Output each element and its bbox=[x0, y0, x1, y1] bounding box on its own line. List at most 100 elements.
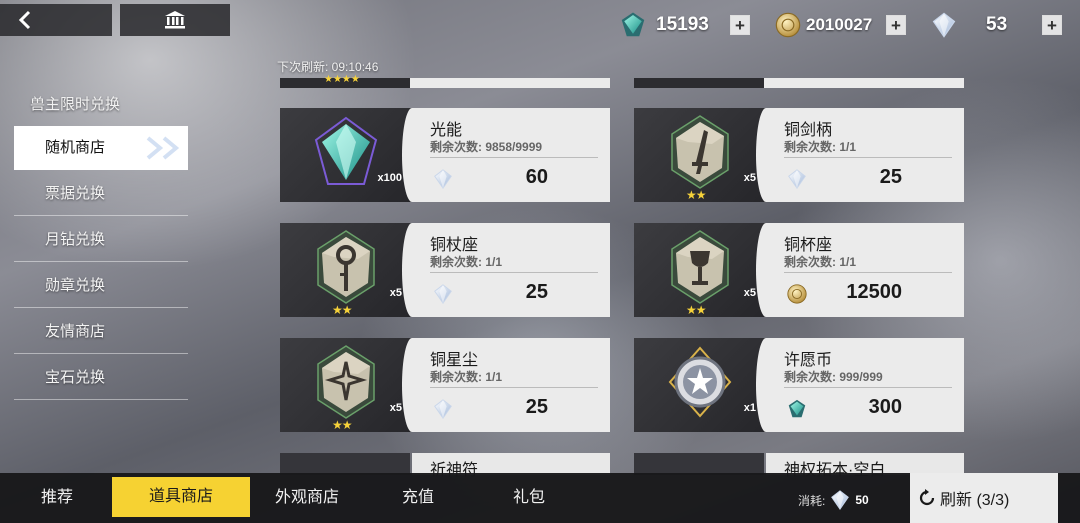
divider bbox=[784, 272, 952, 273]
item-quantity: x5 bbox=[743, 172, 756, 184]
refresh-icon bbox=[919, 489, 935, 506]
sidebar-item-label: 票据兑换 bbox=[45, 185, 106, 202]
green-crystal-icon bbox=[618, 10, 648, 40]
x-logo-icon bbox=[146, 136, 180, 160]
item-remaining: 剩余次数: 1/1 bbox=[784, 140, 857, 154]
next-refresh-time: 下次刷新: 09:10:46 bbox=[277, 60, 379, 74]
sidebar-item-random-shop[interactable]: 随机商店 bbox=[14, 126, 188, 170]
item-name: 铜星尘 bbox=[430, 352, 479, 369]
currency-gold: 2010027 bbox=[774, 10, 872, 40]
item-image: x5 ★★ bbox=[280, 223, 412, 317]
top-bar: 15193 + 2010027 + 53 + bbox=[0, 0, 1080, 48]
divider bbox=[784, 157, 952, 158]
refresh-cost: 消耗: 50 bbox=[798, 489, 869, 511]
item-price: 25 bbox=[525, 281, 548, 303]
rarity-stars: ★★ bbox=[686, 303, 706, 317]
item-name: 铜剑柄 bbox=[784, 122, 833, 139]
home-button[interactable] bbox=[120, 4, 230, 36]
white-diamond-icon bbox=[432, 398, 454, 420]
item-price: 60 bbox=[525, 166, 548, 188]
green-crystal-icon bbox=[786, 398, 808, 420]
partial-card-bottom-left[interactable]: 祈神符 bbox=[280, 453, 610, 479]
item-name: 铜杯座 bbox=[784, 237, 833, 254]
back-button[interactable] bbox=[0, 4, 112, 36]
item-name: 光能 bbox=[430, 122, 463, 139]
shop-item-card[interactable]: x5 ★★ 铜星尘 剩余次数: 1/1 25 bbox=[280, 338, 610, 432]
tab-gift-pack[interactable]: 礼包 bbox=[498, 473, 560, 523]
tab-appearance-shop[interactable]: 外观商店 bbox=[262, 473, 352, 523]
shop-item-card[interactable]: x5 ★★ 铜剑柄 剩余次数: 1/1 25 bbox=[634, 108, 964, 202]
consume-label: 消耗: bbox=[798, 493, 826, 508]
partial-card-bottom-right[interactable]: 神权拓本·空白 bbox=[634, 453, 964, 479]
crystal-amount: 15193 bbox=[656, 14, 709, 35]
sidebar: 兽主限时兑换 随机商店 票据兑换 月钻兑换 勋章兑换 友情商店 宝石兑换 bbox=[14, 92, 188, 400]
add-diamond-button[interactable]: + bbox=[1042, 15, 1062, 35]
wish-coin-art-icon bbox=[668, 346, 732, 418]
sidebar-item-ticket-exchange[interactable]: 票据兑换 bbox=[14, 172, 188, 216]
item-image: x100 bbox=[280, 108, 412, 202]
sidebar-item-label: 友情商店 bbox=[45, 323, 106, 340]
sidebar-item-label: 宝石兑换 bbox=[45, 369, 106, 386]
white-diamond-icon bbox=[786, 168, 808, 190]
tab-recharge[interactable]: 充值 bbox=[386, 473, 450, 523]
white-diamond-icon bbox=[432, 168, 454, 190]
item-image: x1 bbox=[634, 338, 766, 432]
item-price: 12500 bbox=[846, 281, 902, 303]
white-diamond-icon bbox=[829, 489, 851, 511]
item-image: x5 ★★ bbox=[634, 223, 766, 317]
item-remaining: 剩余次数: 9858/9999 bbox=[430, 140, 543, 154]
currency-crystal: 15193 bbox=[618, 10, 709, 40]
diamond-amount: 53 bbox=[986, 14, 1008, 35]
add-gold-button[interactable]: + bbox=[886, 15, 906, 35]
tab-item-shop[interactable]: 道具商店 bbox=[112, 477, 250, 517]
gold-amount: 2010027 bbox=[806, 15, 873, 34]
chevron-left-icon bbox=[18, 10, 31, 30]
sword-stone-art-icon bbox=[668, 114, 732, 190]
rarity-stars: ★★ bbox=[332, 303, 352, 317]
sidebar-item-medal-exchange[interactable]: 勋章兑换 bbox=[14, 264, 188, 308]
bank-icon bbox=[165, 11, 185, 29]
currency-diamond: 53 bbox=[930, 10, 1007, 40]
shop-item-card[interactable]: x1 许愿币 剩余次数: 999/999 300 bbox=[634, 338, 964, 432]
refresh-button[interactable]: 刷新 (3/3) bbox=[910, 473, 1058, 523]
rarity-stars: ★★ bbox=[686, 188, 706, 202]
item-quantity: x1 bbox=[743, 402, 756, 414]
sidebar-item-moon-diamond-exchange[interactable]: 月钻兑换 bbox=[14, 218, 188, 262]
divider bbox=[430, 272, 598, 273]
item-name: 铜杖座 bbox=[430, 237, 479, 254]
item-quantity: x5 bbox=[743, 287, 756, 299]
sidebar-item-friendship-shop[interactable]: 友情商店 bbox=[14, 310, 188, 354]
consume-value: 50 bbox=[855, 493, 869, 507]
top-partial-stars: ★★★★ bbox=[324, 74, 360, 85]
item-quantity: x100 bbox=[377, 172, 402, 184]
shop-item-card[interactable]: x100 光能 剩余次数: 9858/9999 60 bbox=[280, 108, 610, 202]
item-remaining: 剩余次数: 1/1 bbox=[784, 255, 857, 269]
shop-item-card[interactable]: x5 ★★ 铜杖座 剩余次数: 1/1 25 bbox=[280, 223, 610, 317]
refresh-label: 刷新 (3/3) bbox=[940, 492, 1010, 509]
sidebar-item-label: 月钻兑换 bbox=[45, 231, 106, 248]
item-remaining: 剩余次数: 1/1 bbox=[430, 370, 503, 384]
item-remaining: 剩余次数: 999/999 bbox=[784, 370, 883, 384]
rarity-stars: ★★ bbox=[332, 418, 352, 432]
divider bbox=[430, 157, 598, 158]
white-diamond-icon bbox=[432, 283, 454, 305]
item-image: x5 ★★ bbox=[280, 338, 412, 432]
shop-item-card[interactable]: x5 ★★ 铜杯座 剩余次数: 1/1 12500 bbox=[634, 223, 964, 317]
add-crystal-button[interactable]: + bbox=[730, 15, 750, 35]
item-price: 25 bbox=[525, 396, 548, 418]
sidebar-title: 兽主限时兑换 bbox=[30, 96, 121, 113]
item-quantity: x5 bbox=[389, 402, 402, 414]
divider bbox=[784, 387, 952, 388]
gold-coin-icon bbox=[774, 11, 802, 39]
gold-coin-icon bbox=[786, 283, 808, 305]
tab-recommend[interactable]: 推荐 bbox=[22, 473, 92, 523]
item-price: 25 bbox=[879, 166, 902, 188]
sidebar-item-label: 随机商店 bbox=[45, 139, 106, 156]
sidebar-item-gem-exchange[interactable]: 宝石兑换 bbox=[14, 356, 188, 400]
green-crystal-art-icon bbox=[314, 116, 378, 185]
item-remaining: 剩余次数: 1/1 bbox=[430, 255, 503, 269]
item-price: 300 bbox=[868, 396, 902, 418]
item-quantity: x5 bbox=[389, 287, 402, 299]
item-name: 许愿币 bbox=[784, 352, 833, 369]
white-diamond-icon bbox=[930, 11, 958, 39]
